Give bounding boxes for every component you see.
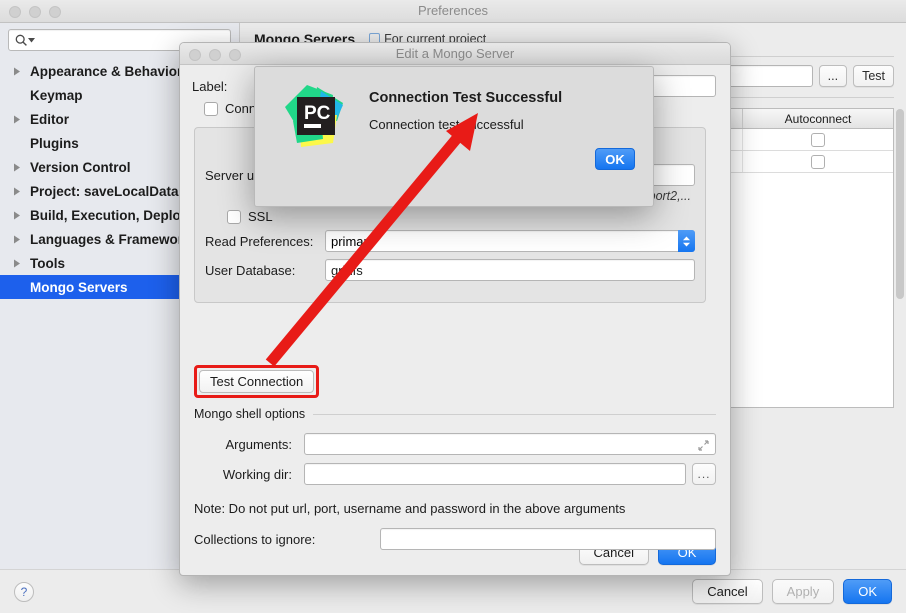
user-database-label: User Database: xyxy=(205,262,296,278)
chevron-right-icon[interactable] xyxy=(10,211,24,220)
working-dir-row: Working dir: ... xyxy=(194,463,716,485)
shell-options-group-header: Mongo shell options xyxy=(194,407,716,421)
alert-message: Connection test successful xyxy=(369,117,524,132)
collections-to-ignore-label: Collections to ignore: xyxy=(194,531,316,547)
sidebar-item-label: Tools xyxy=(30,255,65,271)
table-cell-autoconnect[interactable] xyxy=(743,129,893,150)
svg-text:PC: PC xyxy=(304,103,331,124)
arguments-label: Arguments: xyxy=(225,436,292,452)
collections-to-ignore-row: Collections to ignore: xyxy=(194,528,716,550)
ok-button[interactable]: OK xyxy=(843,579,892,604)
working-dir-browse-button[interactable]: ... xyxy=(692,463,716,485)
autoconnect-checkbox[interactable] xyxy=(811,132,825,147)
chevron-right-icon[interactable] xyxy=(10,67,24,76)
mongo-shell-options-section: Mongo shell options Arguments: Working d… xyxy=(194,407,716,557)
read-preferences-label: Read Preferences: xyxy=(205,233,314,249)
read-preferences-row: Read Preferences: primary xyxy=(205,230,695,252)
working-dir-input[interactable] xyxy=(304,463,686,485)
ssl-row[interactable]: SSL xyxy=(205,209,695,224)
chevron-right-icon[interactable] xyxy=(10,259,24,268)
test-connection-highlight: Test Connection xyxy=(194,365,320,398)
sidebar-item-label: Version Control xyxy=(30,159,131,175)
connection-test-alert: PC Connection Test Successful Connection… xyxy=(254,66,654,207)
preferences-title: Preferences xyxy=(417,3,489,18)
connect-on-startup-checkbox[interactable] xyxy=(204,101,218,116)
preferences-titlebar: Preferences xyxy=(0,0,906,23)
user-database-input[interactable]: gridfs xyxy=(325,259,695,281)
expand-icon[interactable] xyxy=(698,439,709,454)
sidebar-item-label: Editor xyxy=(30,111,69,127)
test-connection-button[interactable]: Test Connection xyxy=(199,370,315,393)
table-cell-autoconnect[interactable] xyxy=(743,151,893,172)
apply-button[interactable]: Apply xyxy=(771,579,835,604)
collections-to-ignore-input[interactable] xyxy=(380,528,716,550)
search-icon xyxy=(15,34,28,47)
sidebar-item-label: Mongo Servers xyxy=(30,279,128,295)
sidebar-item-label: Plugins xyxy=(30,135,79,151)
arguments-input[interactable] xyxy=(304,433,716,455)
arguments-note: Note: Do not put url, port, username and… xyxy=(194,501,626,516)
pycharm-logo-icon: PC xyxy=(277,81,349,153)
group-separator-line xyxy=(313,413,716,415)
shell-options-group-label: Mongo shell options xyxy=(194,407,306,421)
arguments-row: Arguments: xyxy=(194,433,716,455)
search-dropdown-icon[interactable] xyxy=(28,37,35,44)
sidebar-item-label: Keymap xyxy=(30,87,83,103)
chevron-right-icon[interactable] xyxy=(10,187,24,196)
cancel-button[interactable]: Cancel xyxy=(692,579,763,604)
chevron-right-icon[interactable] xyxy=(10,115,24,124)
user-database-row: User Database: gridfs xyxy=(205,259,695,281)
ssl-checkbox[interactable] xyxy=(227,209,241,224)
vertical-scrollbar[interactable] xyxy=(896,109,904,299)
autoconnect-checkbox[interactable] xyxy=(811,154,825,169)
dialog-title: Edit a Mongo Server xyxy=(395,46,515,61)
chevron-right-icon[interactable] xyxy=(10,163,24,172)
sidebar-item-label: Languages & Frameworks xyxy=(30,231,199,247)
help-button[interactable]: ? xyxy=(14,581,34,602)
sidebar-item-label: Project: saveLocalData xyxy=(30,183,179,199)
read-preferences-select[interactable]: primary xyxy=(325,230,695,252)
read-preferences-value: primary xyxy=(331,233,375,249)
browse-button[interactable]: ... xyxy=(818,65,848,87)
sidebar-item-label: Appearance & Behavior xyxy=(30,63,183,79)
alert-ok-button[interactable]: OK xyxy=(595,148,635,170)
chevron-updown-icon[interactable] xyxy=(678,230,695,252)
table-column-autoconnect[interactable]: Autoconnect xyxy=(743,109,893,128)
test-button[interactable]: Test xyxy=(853,65,894,87)
alert-heading: Connection Test Successful xyxy=(369,90,563,106)
ssl-label: SSL xyxy=(248,209,273,224)
dialog-titlebar: Edit a Mongo Server xyxy=(180,43,730,65)
working-dir-label: Working dir: xyxy=(222,466,292,482)
chevron-right-icon[interactable] xyxy=(10,235,24,244)
